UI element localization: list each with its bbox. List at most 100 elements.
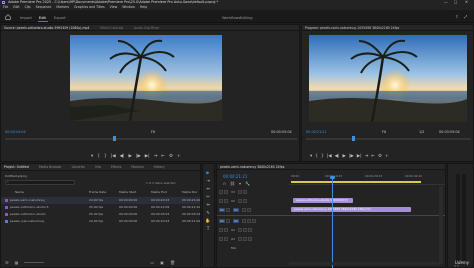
tab-libraries[interactable]: Libraries bbox=[72, 165, 85, 169]
sequence-tab[interactable]: pexels-varin-nakumnuy 3840x2160 24fps bbox=[220, 165, 284, 169]
mark-in-icon[interactable]: { bbox=[315, 154, 318, 159]
eye-icon[interactable] bbox=[242, 190, 247, 194]
menu-file[interactable]: File bbox=[3, 5, 8, 9]
source-tab[interactable]: Source: pexels-cottonbro-studio-5992409 … bbox=[4, 26, 89, 30]
microphone-icon[interactable] bbox=[247, 228, 252, 232]
source-patch-v1[interactable]: V1 bbox=[219, 208, 225, 212]
source-patch-button[interactable] bbox=[219, 199, 223, 203]
extract-icon[interactable]: ⇤ bbox=[371, 154, 375, 159]
col-media-dur[interactable]: Media Dur bbox=[182, 189, 197, 196]
menu-markers[interactable]: Markers bbox=[56, 5, 69, 9]
tab-info[interactable]: Info bbox=[95, 165, 101, 169]
track-name[interactable]: A1 bbox=[232, 219, 239, 223]
microphone-icon[interactable] bbox=[251, 219, 256, 223]
timeline-playhead[interactable] bbox=[332, 176, 333, 268]
zoom-slider[interactable] bbox=[24, 262, 45, 263]
lock-icon[interactable] bbox=[224, 237, 228, 241]
step-back-icon[interactable]: ◀| bbox=[335, 154, 340, 159]
snap-icon[interactable]: ∩ bbox=[223, 181, 226, 186]
source-video-frame[interactable] bbox=[70, 35, 222, 121]
eye-icon[interactable] bbox=[242, 199, 247, 203]
sync-lock-icon[interactable] bbox=[237, 199, 242, 203]
mute-button[interactable] bbox=[241, 219, 246, 223]
new-item-icon[interactable]: ▣ bbox=[160, 260, 164, 265]
razor-tool-icon[interactable]: ✂ bbox=[204, 194, 212, 201]
timeline-settings-icon[interactable]: 🔧 bbox=[245, 181, 250, 186]
track-name[interactable]: V1 bbox=[232, 208, 239, 212]
project-item-row[interactable]: pexels-ryan-nakumnuy 24.00 fps 00:00:00:… bbox=[1, 218, 200, 225]
go-to-in-icon[interactable]: |◀ bbox=[327, 154, 332, 159]
tab-workflows[interactable]: Workflows bbox=[222, 16, 240, 20]
add-button-icon[interactable]: + bbox=[385, 154, 389, 159]
tab-effects[interactable]: Effects bbox=[111, 165, 122, 169]
timeline-ruler[interactable]: 00:00 00:00:14:23 00:00:29:23 00:00:44:2… bbox=[289, 173, 445, 185]
overwrite-icon[interactable]: ⇤ bbox=[161, 154, 165, 159]
tab-edit[interactable]: Edit bbox=[39, 16, 46, 20]
microphone-icon[interactable] bbox=[247, 237, 252, 241]
list-view-icon[interactable]: ☰ bbox=[5, 260, 9, 265]
mark-in-icon[interactable]: { bbox=[97, 154, 100, 159]
mark-out-icon[interactable]: } bbox=[321, 154, 324, 159]
menu-edit[interactable]: Edit bbox=[13, 5, 19, 9]
project-item-row[interactable]: pexels-cottonbro-studio 25.00 fps 00:00:… bbox=[1, 211, 200, 218]
step-forward-icon[interactable]: |▶ bbox=[349, 154, 354, 159]
mute-button[interactable] bbox=[237, 237, 242, 241]
mute-button[interactable] bbox=[237, 228, 242, 232]
source-patch-button[interactable] bbox=[219, 190, 223, 194]
project-item-row[interactable]: pexels-varin-nakumnuy 24.00 fps 00:00:00… bbox=[1, 197, 200, 204]
hand-tool-icon[interactable]: ✋ bbox=[204, 218, 212, 225]
lock-icon[interactable] bbox=[225, 219, 230, 223]
slip-tool-icon[interactable]: ⇔ bbox=[204, 202, 212, 209]
source-patch-button[interactable] bbox=[219, 228, 223, 232]
sync-lock-icon[interactable] bbox=[237, 190, 242, 194]
program-video-frame[interactable] bbox=[309, 35, 467, 122]
lock-icon[interactable] bbox=[225, 208, 230, 212]
source-patch-button[interactable] bbox=[219, 237, 223, 241]
menu-help[interactable]: Help bbox=[140, 5, 147, 9]
col-name[interactable]: Name bbox=[15, 189, 24, 196]
menu-clip[interactable]: Clip bbox=[25, 5, 31, 9]
program-scrub-bar[interactable] bbox=[306, 138, 471, 140]
effect-controls-tab[interactable]: Effect Controls bbox=[100, 26, 123, 30]
menu-window[interactable]: Window bbox=[122, 5, 135, 9]
eye-icon[interactable] bbox=[246, 208, 251, 212]
source-fit-dropdown[interactable]: Fit bbox=[151, 130, 155, 134]
timeline-timecode[interactable]: 00:00:21:21 bbox=[223, 174, 247, 179]
program-playhead[interactable] bbox=[352, 136, 355, 141]
tab-import[interactable]: Import bbox=[20, 16, 32, 20]
lock-icon[interactable] bbox=[224, 228, 228, 232]
timeline-clip-v2[interactable]: pexels-cottonbro-studio-5992409 [V] bbox=[293, 198, 353, 203]
tab-markers[interactable]: Markers bbox=[131, 165, 143, 169]
play-icon[interactable]: ▶ bbox=[343, 154, 346, 159]
add-button-icon[interactable]: + bbox=[177, 154, 181, 159]
play-icon[interactable]: ▶ bbox=[129, 154, 132, 159]
project-item-row[interactable]: pexels-cottonbro-studio-5 25.00 fps 00:0… bbox=[1, 204, 200, 211]
settings-icon[interactable]: ⚙ bbox=[169, 154, 173, 159]
source-scrub-bar[interactable] bbox=[5, 138, 297, 140]
trash-icon[interactable]: 🗑 bbox=[170, 260, 175, 265]
col-media-end[interactable]: Media End bbox=[151, 189, 167, 196]
program-timecode[interactable]: 00:00:21:21 bbox=[306, 130, 327, 134]
pen-tool-icon[interactable]: ✎ bbox=[204, 210, 212, 217]
menu-view[interactable]: View bbox=[110, 5, 118, 9]
col-frame-rate[interactable]: Frame Rate bbox=[89, 189, 106, 196]
go-to-in-icon[interactable]: |◀ bbox=[111, 154, 116, 159]
mark-out-icon[interactable]: } bbox=[104, 154, 107, 159]
lock-icon[interactable] bbox=[224, 190, 228, 194]
insert-icon[interactable]: ⇥ bbox=[154, 154, 158, 159]
tab-history[interactable]: History bbox=[154, 165, 165, 169]
ripple-edit-tool-icon[interactable]: ↔ bbox=[204, 186, 212, 193]
lift-icon[interactable]: ⇥ bbox=[365, 154, 369, 159]
tab-export[interactable]: Export bbox=[54, 16, 66, 20]
add-marker-icon[interactable]: ▾ bbox=[239, 181, 241, 186]
work-area-bar[interactable] bbox=[291, 181, 421, 183]
sync-lock-icon[interactable] bbox=[241, 208, 246, 212]
playhead-handle[interactable] bbox=[330, 176, 335, 179]
timeline-clip-v1[interactable]: pexels-varin-nakumnuy-1055498 3840x2160 … bbox=[291, 207, 411, 212]
menu-graphics[interactable]: Graphics and Titles bbox=[74, 5, 105, 9]
tab-editing[interactable]: Editing bbox=[240, 16, 253, 20]
source-timecode[interactable]: 00:00:04:04 bbox=[5, 130, 26, 134]
timeline-vertical-scrollbar[interactable] bbox=[439, 186, 443, 264]
lock-icon[interactable] bbox=[224, 199, 228, 203]
tab-project[interactable]: Project: Untitled bbox=[4, 165, 29, 169]
